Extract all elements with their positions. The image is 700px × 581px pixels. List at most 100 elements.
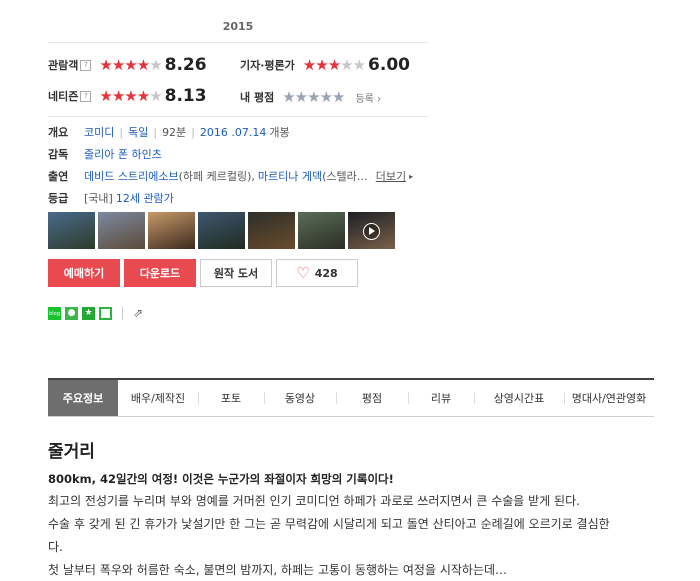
critic-rating-label: 기자·평론가 (240, 59, 295, 72)
synopsis-line: 최고의 전성기를 누리며 부와 명예를 거머쥔 인기 코미디언 하페가 과로로 … (48, 494, 580, 508)
release-date-link[interactable]: 2016 .07.14 (200, 126, 266, 139)
country-link[interactable]: 독일 (128, 124, 148, 140)
chevron-right-icon: › (377, 93, 382, 105)
star-icon[interactable]: ★ (332, 88, 345, 106)
director-link[interactable]: 줄리아 폰 하인츠 (84, 146, 162, 162)
critic-score: 6.00 (368, 55, 410, 75)
talk-icon[interactable]: ● (65, 307, 78, 320)
action-buttons: 예매하기 다운로드 원작 도서 ♡ 428 (48, 259, 358, 287)
runtime: 92분 (162, 126, 187, 139)
overview-label: 개요 (48, 126, 69, 139)
star-icon: ★ (302, 56, 316, 74)
like-button[interactable]: ♡ 428 (276, 259, 358, 287)
actor-link[interactable]: 데비드 스트리에소브 (84, 168, 179, 184)
tab-0[interactable]: 주요정보 (48, 380, 118, 416)
caret-right-icon: ▸ (409, 171, 414, 181)
tab-bar: 주요정보 배우/제작진 포토 동영상 평점 리뷰 상영시간표 명대사/연관영화 (48, 378, 654, 417)
star-icon[interactable]: ★ (320, 88, 333, 106)
grade-label: 등급 (48, 192, 69, 205)
tab-6[interactable]: 상영시간표 (474, 380, 564, 416)
actor-role: (스텔라… (322, 170, 368, 183)
help-icon[interactable]: ? (80, 90, 92, 102)
grade-region: [국내] (84, 192, 113, 205)
divider (48, 42, 428, 43)
still-thumbnail[interactable] (98, 212, 145, 249)
netizen-rating: 네티즌 ? ★ ★ ★ ★ ★ 8.13 (48, 86, 207, 106)
netizen-stars: ★ ★ ★ ★ ★ (99, 87, 162, 105)
synopsis-headline: 800km, 42일간의 여정! 이것은 누군가의 좌절이자 희망의 기록이다! (48, 472, 394, 486)
like-count: 428 (314, 266, 338, 280)
stills-gallery (48, 212, 395, 249)
synopsis-line: 다. (48, 540, 63, 554)
star-icon: ★ (111, 56, 125, 74)
actor-role: (하페 케르컬링), (178, 170, 255, 183)
still-thumbnail[interactable] (48, 212, 95, 249)
tab-7[interactable]: 명대사/연관영화 (564, 380, 654, 416)
movie-detail-page: 2015 관람객 ? ★ ★ ★ ★ ★ 8.26 기자·평론가 ★ ★ ★ ★ ★ 6.00 … (0, 0, 700, 581)
genre-link[interactable]: 코미디 (84, 124, 114, 140)
tab-2[interactable]: 포토 (198, 380, 264, 416)
help-icon[interactable]: ? (80, 59, 92, 71)
still-thumbnail[interactable] (298, 212, 345, 249)
star-icon: ★ (340, 56, 353, 74)
star-icon: ★ (352, 56, 366, 74)
my-rating-label: 내 평점 (240, 91, 275, 104)
star-icon: ★ (136, 87, 150, 105)
still-thumbnail[interactable] (348, 212, 395, 249)
overview-row: 개요 코미디 | 독일 | 92분 | 2016 .07.14 개봉 (48, 124, 290, 140)
play-icon (363, 223, 380, 240)
cast-more-link[interactable]: 더보기 (376, 168, 406, 184)
release-year: 2015 (222, 20, 254, 33)
star-icon[interactable]: ★ (282, 88, 295, 106)
tab-1[interactable]: 배우/제작진 (118, 380, 198, 416)
heart-icon: ♡ (296, 264, 310, 282)
divider (122, 307, 123, 320)
audience-rating: 관람객 ? ★ ★ ★ ★ ★ 8.26 (48, 55, 207, 75)
my-rating-stars[interactable]: ★ ★ ★ ★ ★ (282, 88, 345, 106)
star-icon: ★ (99, 56, 112, 74)
star-icon: ★ (136, 56, 150, 74)
star-icon: ★ (124, 87, 137, 105)
grade-row: 등급 [국내] 12세 관람가 (48, 190, 174, 206)
critic-rating: 기자·평론가 ★ ★ ★ ★ ★ 6.00 (240, 55, 410, 75)
audience-stars: ★ ★ ★ ★ ★ (99, 56, 162, 74)
original-book-button[interactable]: 원작 도서 (200, 259, 272, 287)
square-icon[interactable] (99, 307, 112, 320)
separator: | (153, 125, 158, 139)
star-icon: ★ (111, 87, 125, 105)
share-icon[interactable]: ⇗ (133, 307, 146, 320)
still-thumbnail[interactable] (148, 212, 195, 249)
star-icon: ★ (99, 87, 112, 105)
still-thumbnail[interactable] (198, 212, 245, 249)
star-icon[interactable]: ★ (307, 88, 320, 106)
rating-register-link[interactable]: 등록 › (355, 90, 381, 105)
audience-score: 8.26 (164, 55, 207, 75)
download-button[interactable]: 다운로드 (124, 259, 196, 287)
divider (48, 116, 428, 117)
naver-blog-icon[interactable]: blog (48, 307, 61, 320)
director-row: 감독 줄리아 폰 하인츠 (48, 146, 162, 162)
star-icon: ★ (149, 87, 162, 105)
critic-stars: ★ ★ ★ ★ ★ (302, 56, 366, 74)
still-thumbnail[interactable] (248, 212, 295, 249)
tab-5[interactable]: 리뷰 (408, 380, 474, 416)
cast-row: 출연 데비드 스트리에소브 (하페 케르컬링), 마르티나 게덱 (스텔라… 더… (48, 168, 413, 184)
synopsis-title: 줄거리 (48, 442, 95, 462)
star-icon: ★ (124, 56, 137, 74)
tab-3[interactable]: 동영상 (264, 380, 336, 416)
my-rating: 내 평점 ★ ★ ★ ★ ★ 등록 › (240, 88, 381, 106)
netizen-rating-label: 네티즌 (48, 90, 79, 103)
synopsis-line: 수술 후 갖게 된 긴 휴가가 낯설기만 한 그는 곧 무력감에 시달리게 되고… (48, 517, 610, 531)
actor-link[interactable]: 마르티나 게덱 (258, 168, 322, 184)
share-bar: blog ● ★ ⇗ (48, 307, 146, 320)
star-icon[interactable]: ★ (82, 307, 95, 320)
star-icon: ★ (149, 56, 162, 74)
tab-4[interactable]: 평점 (336, 380, 408, 416)
separator: | (119, 125, 124, 139)
audience-rating-label: 관람객 (48, 59, 79, 72)
grade-link[interactable]: 12세 관람가 (116, 190, 174, 206)
star-icon: ★ (327, 56, 341, 74)
reserve-button[interactable]: 예매하기 (48, 259, 120, 287)
synopsis-line: 첫 날부터 폭우와 허름한 숙소, 불면의 밤까지, 하페는 고통이 동행하는 … (48, 563, 508, 577)
star-icon[interactable]: ★ (295, 88, 308, 106)
